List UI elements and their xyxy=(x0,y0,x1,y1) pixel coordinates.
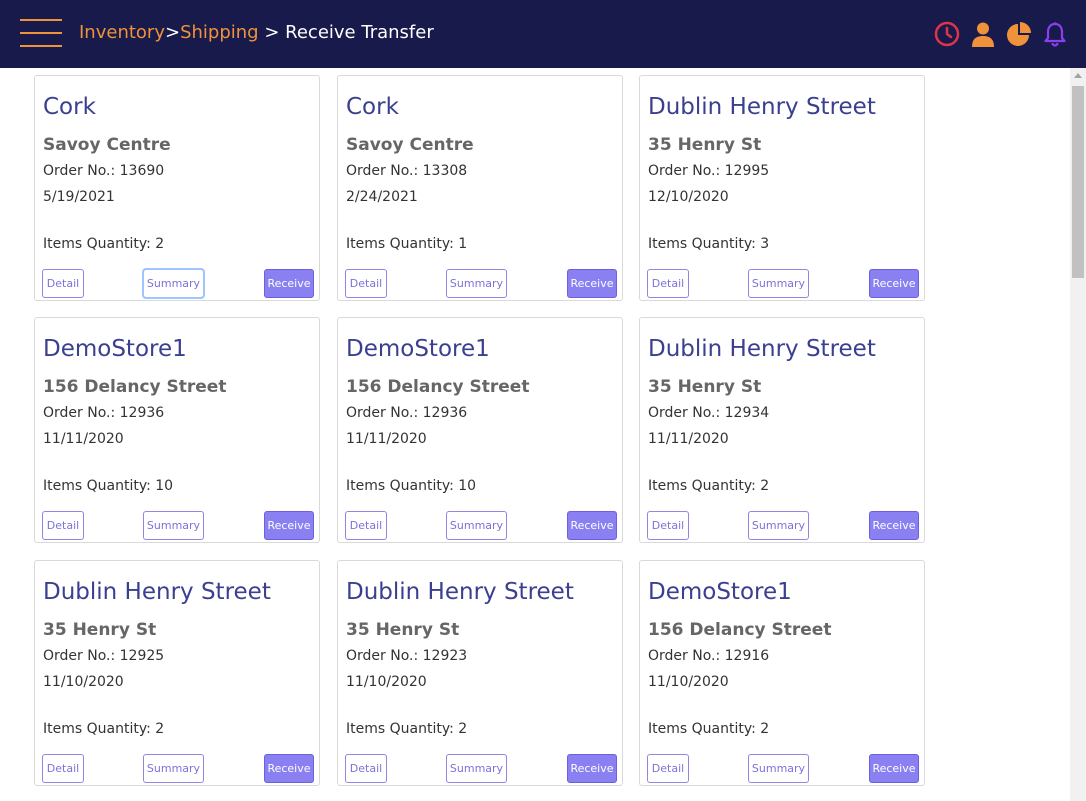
summary-button[interactable]: Summary xyxy=(446,269,507,298)
store-name: Dublin Henry Street xyxy=(648,94,876,120)
summary-button[interactable]: Summary xyxy=(143,754,204,783)
order-date: 11/11/2020 xyxy=(648,431,729,447)
summary-button[interactable]: Summary xyxy=(446,754,507,783)
store-name: Dublin Henry Street xyxy=(648,336,876,362)
summary-button[interactable]: Summary xyxy=(446,511,507,540)
store-address: 156 Delancy Street xyxy=(43,377,227,397)
summary-button[interactable]: Summary xyxy=(748,269,809,298)
receive-button[interactable]: Receive xyxy=(567,511,617,540)
store-name: Cork xyxy=(43,94,96,120)
order-date: 12/10/2020 xyxy=(648,189,729,205)
order-date: 11/10/2020 xyxy=(346,674,427,690)
store-address: 156 Delancy Street xyxy=(648,620,832,640)
order-number: Order No.: 13690 xyxy=(43,163,165,179)
detail-button[interactable]: Detail xyxy=(345,269,387,298)
store-name: Cork xyxy=(346,94,399,120)
receive-button[interactable]: Receive xyxy=(264,511,314,540)
transfer-card: DemoStore1 156 Delancy Street Order No.:… xyxy=(337,317,623,543)
detail-button[interactable]: Detail xyxy=(647,511,689,540)
order-number: Order No.: 12995 xyxy=(648,163,770,179)
items-quantity: Items Quantity: 2 xyxy=(43,236,165,252)
order-date: 11/11/2020 xyxy=(346,431,427,447)
order-date: 11/10/2020 xyxy=(43,674,124,690)
detail-button[interactable]: Detail xyxy=(42,269,84,298)
transfer-card: Dublin Henry Street 35 Henry St Order No… xyxy=(337,560,623,786)
header-icons xyxy=(934,19,1068,49)
store-address: 156 Delancy Street xyxy=(346,377,530,397)
order-number: Order No.: 12925 xyxy=(43,648,165,664)
transfer-list: Cork Savoy Centre Order No.: 13690 5/19/… xyxy=(0,68,1070,801)
order-number: Order No.: 12936 xyxy=(346,405,468,421)
transfer-card: DemoStore1 156 Delancy Street Order No.:… xyxy=(34,317,320,543)
items-quantity: Items Quantity: 2 xyxy=(648,721,770,737)
breadcrumb-separator: > xyxy=(164,22,181,43)
receive-button[interactable]: Receive xyxy=(264,754,314,783)
transfer-card: Dublin Henry Street 35 Henry St Order No… xyxy=(34,560,320,786)
order-number: Order No.: 12923 xyxy=(346,648,468,664)
detail-button[interactable]: Detail xyxy=(647,269,689,298)
order-number: Order No.: 12916 xyxy=(648,648,770,664)
detail-button[interactable]: Detail xyxy=(42,511,84,540)
receive-button[interactable]: Receive xyxy=(567,754,617,783)
store-address: 35 Henry St xyxy=(648,377,762,397)
detail-button[interactable]: Detail xyxy=(345,754,387,783)
receive-button[interactable]: Receive xyxy=(869,269,919,298)
bell-icon[interactable] xyxy=(1042,21,1068,47)
store-name: DemoStore1 xyxy=(43,336,187,362)
order-number: Order No.: 12934 xyxy=(648,405,770,421)
clock-icon[interactable] xyxy=(934,21,960,47)
receive-button[interactable]: Receive xyxy=(264,269,314,298)
top-bar: Inventory>Shipping > Receive Transfer xyxy=(0,0,1086,68)
order-date: 5/19/2021 xyxy=(43,189,115,205)
scroll-up-arrow-icon[interactable] xyxy=(1074,73,1082,78)
pie-chart-icon[interactable] xyxy=(1006,21,1032,47)
receive-button[interactable]: Receive xyxy=(869,511,919,540)
items-quantity: Items Quantity: 10 xyxy=(346,478,477,494)
items-quantity: Items Quantity: 2 xyxy=(346,721,468,737)
items-quantity: Items Quantity: 3 xyxy=(648,236,770,252)
breadcrumb: Inventory>Shipping > Receive Transfer xyxy=(79,22,434,43)
detail-button[interactable]: Detail xyxy=(647,754,689,783)
order-number: Order No.: 12936 xyxy=(43,405,165,421)
receive-button[interactable]: Receive xyxy=(567,269,617,298)
store-address: 35 Henry St xyxy=(346,620,460,640)
store-name: DemoStore1 xyxy=(648,579,792,605)
breadcrumb-inventory[interactable]: Inventory xyxy=(79,22,165,43)
store-name: Dublin Henry Street xyxy=(43,579,271,605)
breadcrumb-shipping[interactable]: Shipping xyxy=(180,22,259,43)
store-name: DemoStore1 xyxy=(346,336,490,362)
transfer-card: Cork Savoy Centre Order No.: 13308 2/24/… xyxy=(337,75,623,301)
menu-icon[interactable] xyxy=(20,19,62,49)
order-date: 11/10/2020 xyxy=(648,674,729,690)
items-quantity: Items Quantity: 1 xyxy=(346,236,468,252)
summary-button[interactable]: Summary xyxy=(142,268,205,299)
vertical-scrollbar[interactable] xyxy=(1070,68,1086,801)
order-date: 2/24/2021 xyxy=(346,189,418,205)
transfer-card: Cork Savoy Centre Order No.: 13690 5/19/… xyxy=(34,75,320,301)
store-address: 35 Henry St xyxy=(43,620,157,640)
scrollbar-thumb[interactable] xyxy=(1072,86,1084,278)
store-address: Savoy Centre xyxy=(346,135,474,155)
store-address: Savoy Centre xyxy=(43,135,171,155)
order-number: Order No.: 13308 xyxy=(346,163,468,179)
transfer-card: DemoStore1 156 Delancy Street Order No.:… xyxy=(639,560,925,786)
summary-button[interactable]: Summary xyxy=(143,511,204,540)
transfer-card: Dublin Henry Street 35 Henry St Order No… xyxy=(639,317,925,543)
detail-button[interactable]: Detail xyxy=(42,754,84,783)
items-quantity: Items Quantity: 2 xyxy=(43,721,165,737)
summary-button[interactable]: Summary xyxy=(748,511,809,540)
summary-button[interactable]: Summary xyxy=(748,754,809,783)
items-quantity: Items Quantity: 10 xyxy=(43,478,174,494)
store-address: 35 Henry St xyxy=(648,135,762,155)
user-icon[interactable] xyxy=(970,21,996,47)
detail-button[interactable]: Detail xyxy=(345,511,387,540)
order-date: 11/11/2020 xyxy=(43,431,124,447)
breadcrumb-current: > Receive Transfer xyxy=(264,22,434,43)
transfer-card: Dublin Henry Street 35 Henry St Order No… xyxy=(639,75,925,301)
items-quantity: Items Quantity: 2 xyxy=(648,478,770,494)
store-name: Dublin Henry Street xyxy=(346,579,574,605)
receive-button[interactable]: Receive xyxy=(869,754,919,783)
